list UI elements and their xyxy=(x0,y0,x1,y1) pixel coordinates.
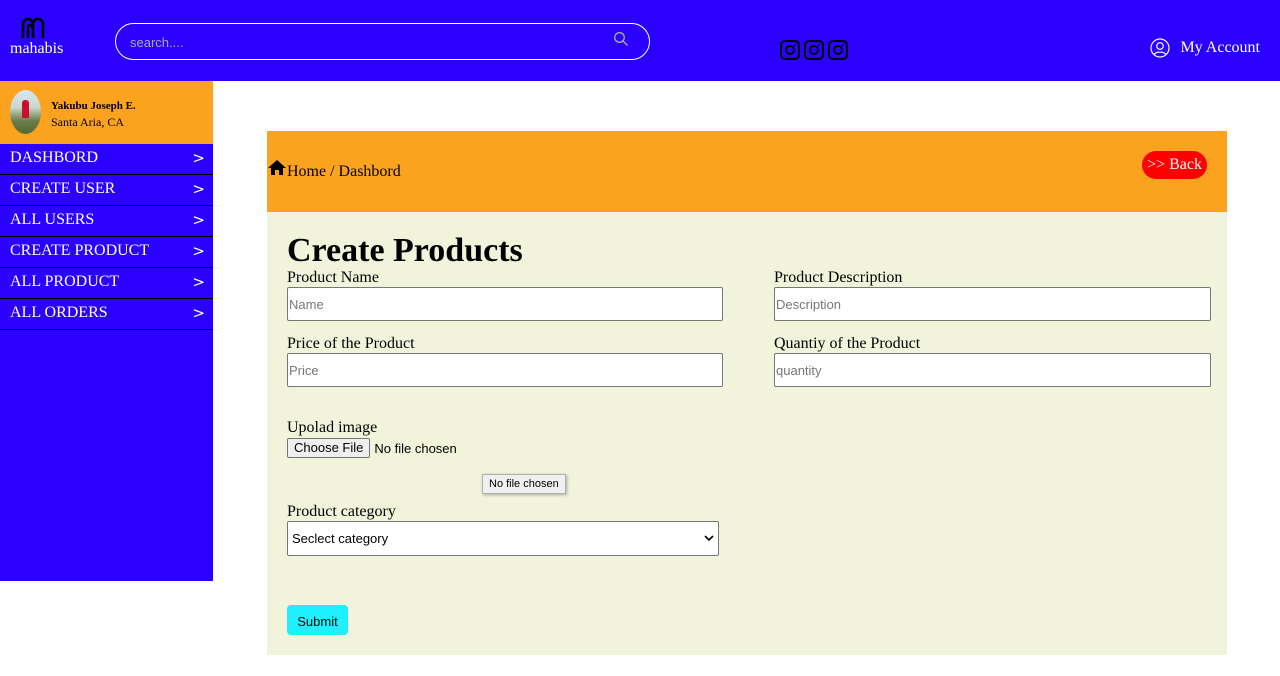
sidebar-item-dashbord[interactable]: DASHBORD > xyxy=(0,144,213,175)
product-description-input[interactable] xyxy=(774,287,1211,321)
chevron-right-icon: > xyxy=(192,211,205,229)
avatar xyxy=(10,90,41,134)
avatar-figure xyxy=(22,100,29,118)
user-icon xyxy=(1150,38,1171,58)
page-header-bar: Home / Dashbord >> Back xyxy=(267,131,1227,212)
sidebar-item-label: ALL USERS xyxy=(10,211,95,228)
profile-name: Yakubu Joseph E. xyxy=(51,100,136,112)
instagram-icon[interactable] xyxy=(780,40,800,60)
product-description-label: Product Description xyxy=(774,269,903,286)
sidebar-item-label: ALL ORDERS xyxy=(10,304,108,321)
file-status: No file chosen xyxy=(374,440,457,456)
sidebar-item-all-product[interactable]: ALL PRODUCT > xyxy=(0,268,213,299)
sidebar-item-label: DASHBORD xyxy=(10,149,99,166)
chevron-right-icon: > xyxy=(192,180,205,198)
page-title: Create Products xyxy=(287,232,523,269)
my-account-link[interactable]: My Account xyxy=(1150,38,1260,58)
chevron-right-icon: > xyxy=(192,242,205,260)
sidebar-item-create-user[interactable]: CREATE USER > xyxy=(0,175,213,206)
create-product-form: Create Products Product Name Product Des… xyxy=(267,212,1227,655)
instagram-icon[interactable] xyxy=(828,40,848,60)
submit-button[interactable]: Submit xyxy=(287,605,348,635)
sidebar-item-create-product[interactable]: CREATE PRODUCT > xyxy=(0,237,213,268)
file-upload: Choose File No file chosen xyxy=(287,438,457,458)
category-select[interactable]: Seclect category xyxy=(287,521,719,556)
top-header: mahabis My Account xyxy=(0,0,1280,81)
file-tooltip: No file chosen xyxy=(482,474,566,494)
category-select-value: Seclect category xyxy=(292,531,389,546)
profile-location: Santa Aria, CA xyxy=(51,115,124,129)
chevron-down-icon xyxy=(704,535,714,542)
search-bar xyxy=(115,23,650,60)
brand-logo[interactable]: mahabis xyxy=(10,14,70,64)
quantity-input[interactable] xyxy=(774,353,1211,387)
breadcrumb[interactable]: Home / Dashbord xyxy=(287,163,401,181)
home-icon[interactable] xyxy=(267,159,287,176)
choose-file-button[interactable]: Choose File xyxy=(287,438,371,458)
price-input[interactable] xyxy=(287,353,723,387)
chevron-right-icon: > xyxy=(192,304,205,322)
price-label: Price of the Product xyxy=(287,335,415,352)
my-account-label: My Account xyxy=(1180,39,1260,56)
instagram-icon[interactable] xyxy=(804,40,824,60)
logo-icon xyxy=(21,17,45,38)
chevron-right-icon: > xyxy=(192,149,205,167)
sidebar-item-label: CREATE USER xyxy=(10,180,116,197)
sidebar-item-label: ALL PRODUCT xyxy=(10,273,120,290)
search-icon[interactable] xyxy=(613,31,629,47)
chevron-right-icon: > xyxy=(192,273,205,291)
search-input[interactable] xyxy=(130,32,600,52)
sidebar-item-all-orders[interactable]: ALL ORDERS > xyxy=(0,299,213,330)
sidebar-item-all-users[interactable]: ALL USERS > xyxy=(0,206,213,237)
sidebar: Yakubu Joseph E. Santa Aria, CA DASHBORD… xyxy=(0,81,213,581)
brand-name: mahabis xyxy=(10,40,64,57)
profile-card: Yakubu Joseph E. Santa Aria, CA xyxy=(0,81,213,144)
back-button[interactable]: >> Back xyxy=(1142,151,1207,179)
product-name-input[interactable] xyxy=(287,287,723,321)
upload-image-label: Upolad image xyxy=(287,419,378,436)
social-links xyxy=(780,40,848,60)
sidebar-item-label: CREATE PRODUCT xyxy=(10,242,150,259)
quantity-label: Quantiy of the Product xyxy=(774,335,921,352)
product-name-label: Product Name xyxy=(287,269,379,286)
product-category-label: Product category xyxy=(287,503,396,520)
